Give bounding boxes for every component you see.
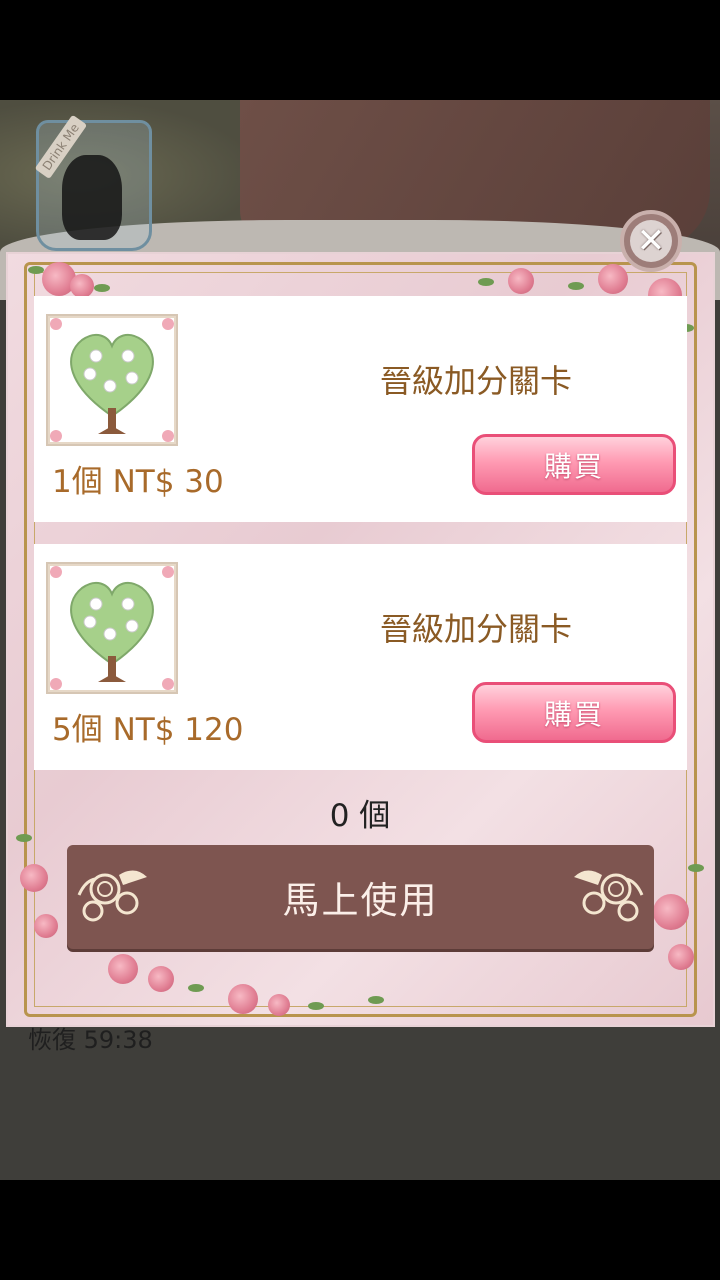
close-button[interactable]: ✕ — [620, 210, 682, 272]
heart-tree-icon — [46, 562, 178, 694]
product-price: 5個 NT$ 120 — [52, 712, 244, 748]
product-title: 晉級加分關卡 — [380, 610, 573, 648]
product-card: 晉級加分關卡 1個 NT$ 30 購買 — [34, 296, 687, 522]
close-icon: ✕ — [630, 220, 672, 262]
buy-button[interactable]: 購買 — [472, 434, 676, 495]
rose-flourish-icon — [77, 870, 147, 922]
product-card: 晉級加分關卡 5個 NT$ 120 購買 — [34, 544, 687, 770]
rose-flourish-icon — [574, 870, 644, 922]
buy-button[interactable]: 購買 — [472, 682, 676, 743]
use-now-label: 馬上使用 — [282, 879, 439, 922]
product-title: 晉級加分關卡 — [380, 362, 573, 400]
heart-tree-icon — [46, 314, 178, 446]
character-silhouette — [62, 155, 122, 240]
product-price: 1個 NT$ 30 — [52, 464, 224, 500]
use-now-button[interactable]: 馬上使用 — [67, 845, 654, 949]
item-count: 0 個 — [329, 798, 391, 834]
